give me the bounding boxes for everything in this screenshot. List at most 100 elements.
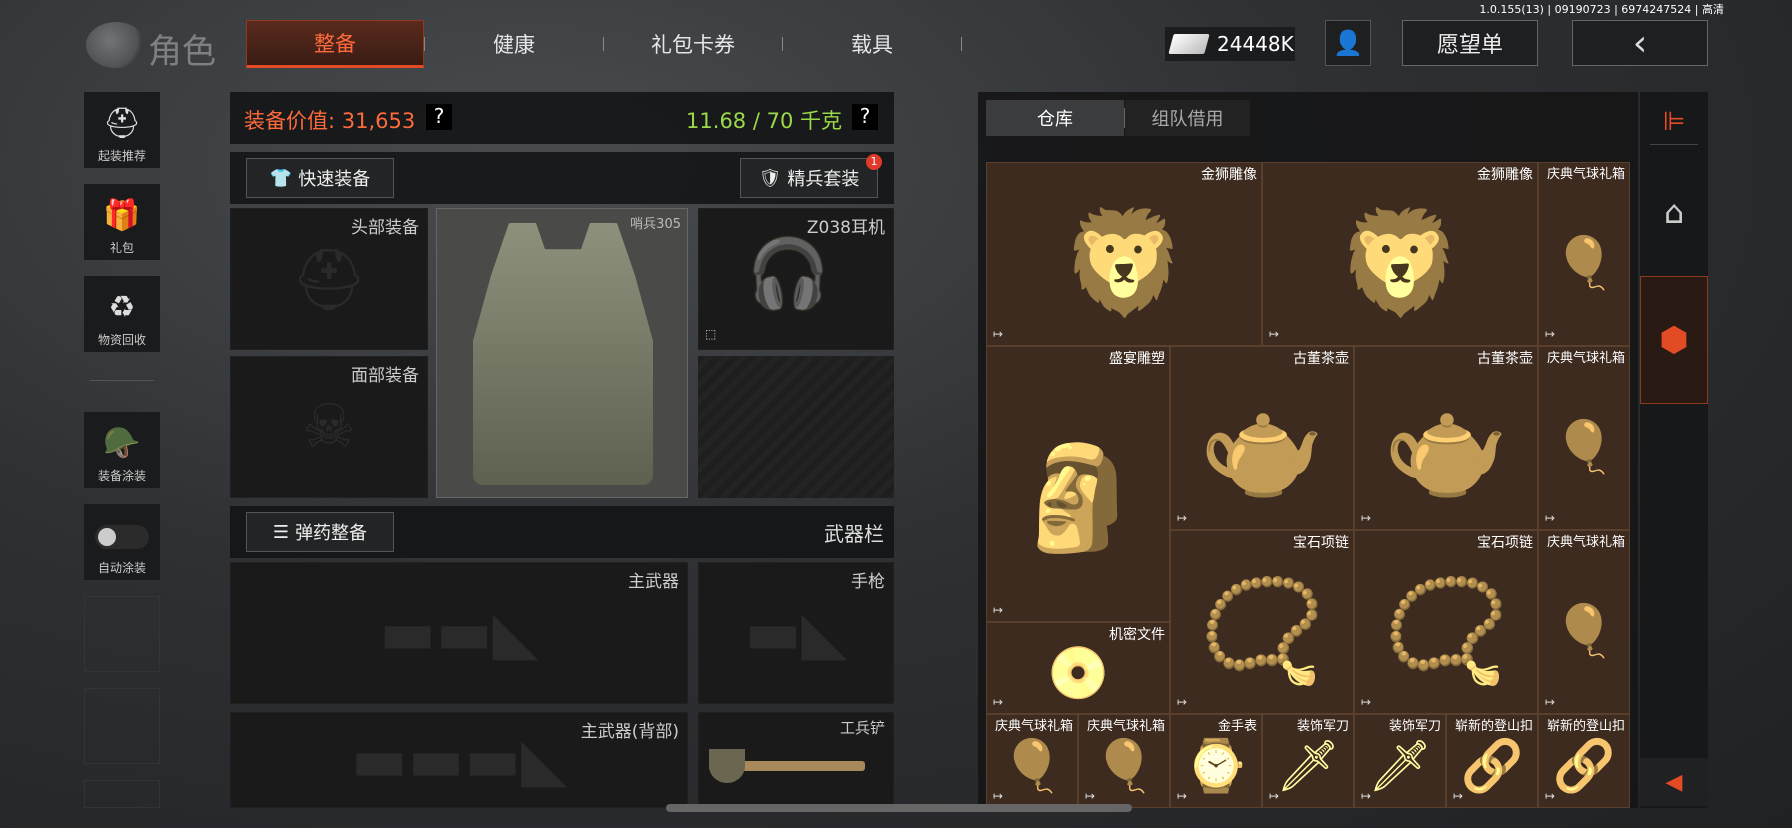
shield-icon: 🛡 [758, 167, 782, 189]
item-name: 崭新的登山扣 [1546, 719, 1625, 734]
sidebar-label: 起装推荐 [97, 149, 146, 163]
balloon-icon: 🎈 [1552, 601, 1616, 661]
help-icon[interactable]: ? [426, 104, 452, 130]
stash-item[interactable]: 🗡 装饰军刀 ↦ [1262, 714, 1354, 808]
primary-weapon-slot[interactable]: 主武器 ▬▬◣ [230, 562, 688, 704]
tab-equip[interactable]: 整备 [246, 20, 424, 68]
gift-icon: 🎁 [103, 198, 141, 233]
empty-slot [84, 596, 160, 672]
stash-item[interactable]: 🗿 盛宴雕塑 ↦ [986, 346, 1170, 622]
item-name: 金狮雕像 [1201, 167, 1257, 183]
cube-icon: ⬚ [705, 327, 717, 341]
weapon-bar-header: ☰ 弹药整备 武器栏 [230, 506, 894, 558]
inventory-box-icon[interactable]: ⬢ [1640, 276, 1708, 404]
version-text: 1.0.155(13) | 09190723 | 6974247524 | 高清 [1479, 3, 1724, 16]
stash-item[interactable]: 🦁 金狮雕像 ↦ [986, 162, 1262, 346]
help-icon[interactable]: ? [852, 104, 878, 130]
shovel-blade [709, 749, 745, 783]
equip-actions-bar: 👕 快速装备 🛡 精兵套装 1 [230, 152, 894, 204]
exit-icon: ↦ [1085, 789, 1096, 803]
equip-value-bar: 装备价值: 31,653 ? 11.68 / 70 千克 ? [230, 92, 894, 144]
tab-vehicle[interactable]: 载具 [783, 20, 961, 68]
vest-icon [473, 223, 653, 485]
quick-equip-label: 快速装备 [298, 169, 371, 190]
headset-slot[interactable]: Z038耳机 🎧 ⬚ [698, 208, 894, 350]
stash-item[interactable]: 💿 机密文件 ↦ [986, 622, 1170, 714]
item-name: 装饰军刀 [1388, 719, 1441, 734]
cash-icon [1168, 34, 1210, 54]
stash-item[interactable]: 🫖 古董茶壶 ↦ [1170, 346, 1354, 530]
sidebar-recycle[interactable]: ♻ 物资回收 [84, 276, 160, 352]
sidebar-gift[interactable]: 🎁 礼包 [84, 184, 160, 260]
currency-display[interactable]: 24448K [1165, 27, 1295, 61]
stash-item[interactable]: 🎈 庆典气球礼箱 ↦ [1538, 530, 1630, 714]
melee-slot[interactable]: 工兵铲 [698, 712, 894, 808]
shirt-icon: 👕 [269, 167, 293, 189]
necklace-icon: 📿 [1199, 571, 1325, 690]
helmet-brush-icon: 🪖 [103, 426, 141, 461]
lion-icon: 🦁 [1061, 203, 1187, 322]
primary-back-slot[interactable]: 主武器(背部) ▬▬▬◣ [230, 712, 688, 808]
operator-icon: 👤 [1333, 29, 1363, 57]
elite-set-button[interactable]: 🛡 精兵套装 [740, 158, 878, 198]
pistol-slot[interactable]: 手枪 ▬◣ [698, 562, 894, 704]
stash-item[interactable]: 🎈 庆典气球礼箱 ↦ [1078, 714, 1170, 808]
slot-label: 主武器(背部) [580, 722, 679, 742]
tab-team-borrow[interactable]: 组队借用 [1125, 100, 1250, 136]
balloon-icon: 🎈 [1552, 417, 1616, 477]
stash-item[interactable]: 🗡 装饰军刀 ↦ [1354, 714, 1446, 808]
quick-equip-button[interactable]: 👕 快速装备 [246, 158, 394, 198]
top-tabs: 整备 健康 礼包卡券 载具 [246, 20, 962, 68]
knife-icon: 🗡 [1275, 735, 1341, 795]
exit-icon: ↦ [993, 695, 1004, 709]
stash-item[interactable]: 🎈 庆典气球礼箱 ↦ [1538, 346, 1630, 530]
bust-icon: 🗿 [1015, 438, 1141, 557]
exit-icon: ↦ [1361, 511, 1372, 525]
face-slot[interactable]: 面部装备 ☠ [230, 356, 428, 498]
stash-item[interactable]: 🦁 金狮雕像 ↦ [1262, 162, 1538, 346]
slot-label: 主武器 [628, 572, 679, 592]
item-name: 庆典气球礼箱 [1546, 351, 1625, 366]
sidebar-loadout-recommend[interactable]: ⛑ 起装推荐 [84, 92, 160, 168]
wishlist-button[interactable]: 愿望单 [1402, 20, 1538, 66]
scrollbar[interactable] [666, 804, 1132, 812]
item-name: 古董茶壶 [1293, 351, 1349, 367]
sort-icon[interactable]: ⊫ [1640, 100, 1708, 144]
head-slot[interactable]: 头部装备 ⛑ [230, 208, 428, 350]
exit-icon: ↦ [1177, 789, 1188, 803]
stash-item[interactable]: 🔗 崭新的登山扣 ↦ [1446, 714, 1538, 808]
tab-warehouse[interactable]: 仓库 [986, 100, 1124, 136]
exit-icon: ↦ [1177, 695, 1188, 709]
home-icon[interactable]: ⌂ [1640, 182, 1708, 242]
weight-value: 11.68 / 70 千克 [686, 109, 842, 133]
sidebar-skin[interactable]: 🪖 装备涂装 [84, 412, 160, 488]
stash-item[interactable]: ⌚ 金手表 ↦ [1170, 714, 1262, 808]
slot-label: 面部装备 [351, 366, 419, 386]
stash-item[interactable]: 🔗 崭新的登山扣 ↦ [1538, 714, 1630, 808]
logo-icon [86, 22, 146, 68]
item-name: 装饰军刀 [1296, 719, 1349, 734]
armor-slot[interactable]: 哨兵305 [436, 208, 688, 498]
headset-icon: 🎧 [747, 235, 830, 312]
balloon-icon: 🎈 [1552, 233, 1616, 293]
exit-icon: ↦ [1361, 789, 1372, 803]
exit-icon: ↦ [993, 603, 1004, 617]
sidebar-auto-skin[interactable]: 自动涂装 [84, 504, 160, 580]
item-name: 宝石项链 [1293, 535, 1349, 551]
stash-item[interactable]: 🎈 庆典气球礼箱 ↦ [1538, 162, 1630, 346]
ammo-button[interactable]: ☰ 弹药整备 [246, 512, 394, 552]
auto-skin-toggle[interactable] [95, 525, 149, 549]
stash-item[interactable]: 📿 宝石项链 ↦ [1354, 530, 1538, 714]
exit-icon: ↦ [993, 789, 1004, 803]
teapot-icon: 🫖 [1199, 387, 1325, 506]
tab-gift-cards[interactable]: 礼包卡券 [604, 20, 782, 68]
slot-label: 手枪 [851, 572, 885, 592]
stash-item[interactable]: 🫖 古董茶壶 ↦ [1354, 346, 1538, 530]
stash-item[interactable]: 🎈 庆典气球礼箱 ↦ [986, 714, 1078, 808]
tab-health[interactable]: 健康 [425, 20, 603, 68]
exit-icon: ↦ [993, 327, 1004, 341]
operator-button[interactable]: 👤 [1325, 20, 1371, 66]
back-button[interactable]: ‹ [1572, 20, 1708, 66]
collapse-icon[interactable]: ◀ [1640, 758, 1708, 806]
stash-item[interactable]: 📿 宝石项链 ↦ [1170, 530, 1354, 714]
